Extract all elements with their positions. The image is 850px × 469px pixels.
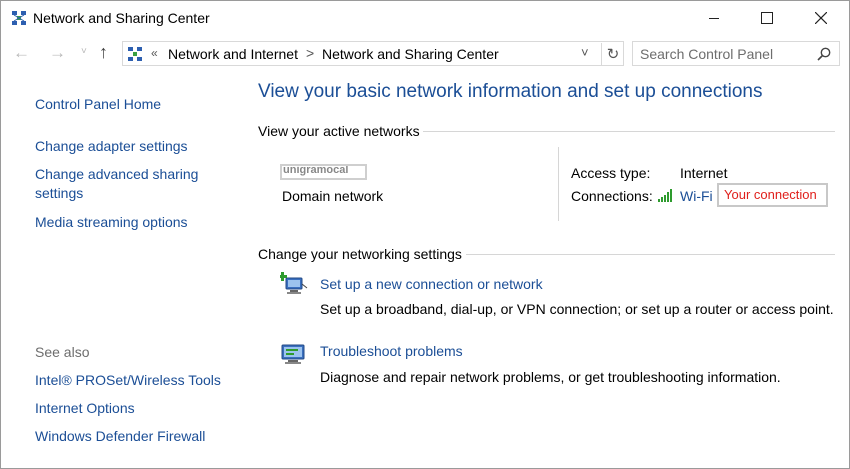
troubleshoot-problems-description: Diagnose and repair network problems, or…: [320, 369, 781, 385]
network-type: Domain network: [282, 188, 384, 204]
wifi-connection-link[interactable]: Wi-Fi: [680, 188, 713, 204]
network-center-icon: [12, 11, 26, 25]
breadcrumb-separator[interactable]: >: [306, 45, 314, 61]
search-input[interactable]: Search Control Panel: [632, 41, 840, 66]
search-placeholder: Search Control Panel: [640, 46, 774, 62]
navigation-bar: ← → ˅ ↑ « Network and Internet > Network…: [1, 37, 849, 71]
your-connection-label: Your connection: [724, 187, 817, 202]
windows-defender-firewall-link[interactable]: Windows Defender Firewall: [35, 428, 205, 444]
forward-button[interactable]: →: [49, 43, 66, 63]
network-sharing-center-window: Network and Sharing Center ← → ˅ ↑ « Net…: [0, 0, 850, 469]
active-networks-heading: View your active networks: [258, 123, 420, 139]
control-panel-home-link[interactable]: Control Panel Home: [35, 95, 161, 114]
address-bar[interactable]: « Network and Internet > Network and Sha…: [122, 41, 624, 66]
media-streaming-options-link[interactable]: Media streaming options: [35, 213, 188, 232]
recent-locations-button[interactable]: ˅: [81, 46, 87, 57]
search-icon[interactable]: [817, 47, 831, 61]
network-name: unigramocal: [280, 164, 367, 180]
minimize-icon: [709, 17, 719, 19]
close-icon: [815, 12, 827, 24]
breadcrumb-network-and-internet[interactable]: Network and Internet: [168, 46, 298, 62]
section-divider: [466, 254, 835, 255]
section-divider: [423, 131, 835, 132]
up-button[interactable]: ↑: [99, 42, 108, 63]
access-type-label: Access type:: [571, 165, 651, 181]
new-connection-icon: [280, 272, 308, 294]
back-button[interactable]: ←: [13, 43, 30, 63]
window-title: Network and Sharing Center: [33, 10, 210, 26]
set-up-new-connection-description: Set up a broadband, dial-up, or VPN conn…: [320, 301, 834, 317]
maximize-icon: [761, 12, 773, 24]
troubleshoot-problems-link[interactable]: Troubleshoot problems: [320, 343, 463, 359]
vertical-divider: [558, 147, 559, 221]
refresh-button[interactable]: ↻: [601, 43, 624, 65]
see-also-heading: See also: [35, 344, 90, 360]
your-connection-annotation: Your connection: [717, 183, 828, 207]
breadcrumb-overflow-chevron[interactable]: «: [151, 46, 158, 60]
change-networking-settings-heading: Change your networking settings: [258, 246, 462, 262]
change-adapter-settings-link[interactable]: Change adapter settings: [35, 137, 188, 156]
intel-proset-wireless-tools-link[interactable]: Intel® PROSet/Wireless Tools: [35, 372, 221, 388]
troubleshoot-icon: [281, 344, 305, 364]
access-type-value: Internet: [680, 165, 728, 181]
close-button[interactable]: [798, 1, 844, 35]
set-up-new-connection-link[interactable]: Set up a new connection or network: [320, 276, 543, 292]
maximize-button[interactable]: [744, 1, 790, 35]
minimize-button[interactable]: [691, 1, 737, 35]
wifi-signal-icon: [658, 189, 672, 202]
connections-label: Connections:: [571, 188, 653, 204]
network-center-icon: [128, 47, 142, 61]
page-title: View your basic network information and …: [258, 81, 763, 102]
breadcrumb-network-and-sharing-center[interactable]: Network and Sharing Center: [322, 46, 499, 62]
address-dropdown-button[interactable]: ˅: [581, 45, 589, 60]
title-bar: Network and Sharing Center: [1, 1, 849, 35]
change-advanced-sharing-settings-link[interactable]: Change advanced sharing settings: [35, 165, 220, 203]
internet-options-link[interactable]: Internet Options: [35, 400, 135, 416]
